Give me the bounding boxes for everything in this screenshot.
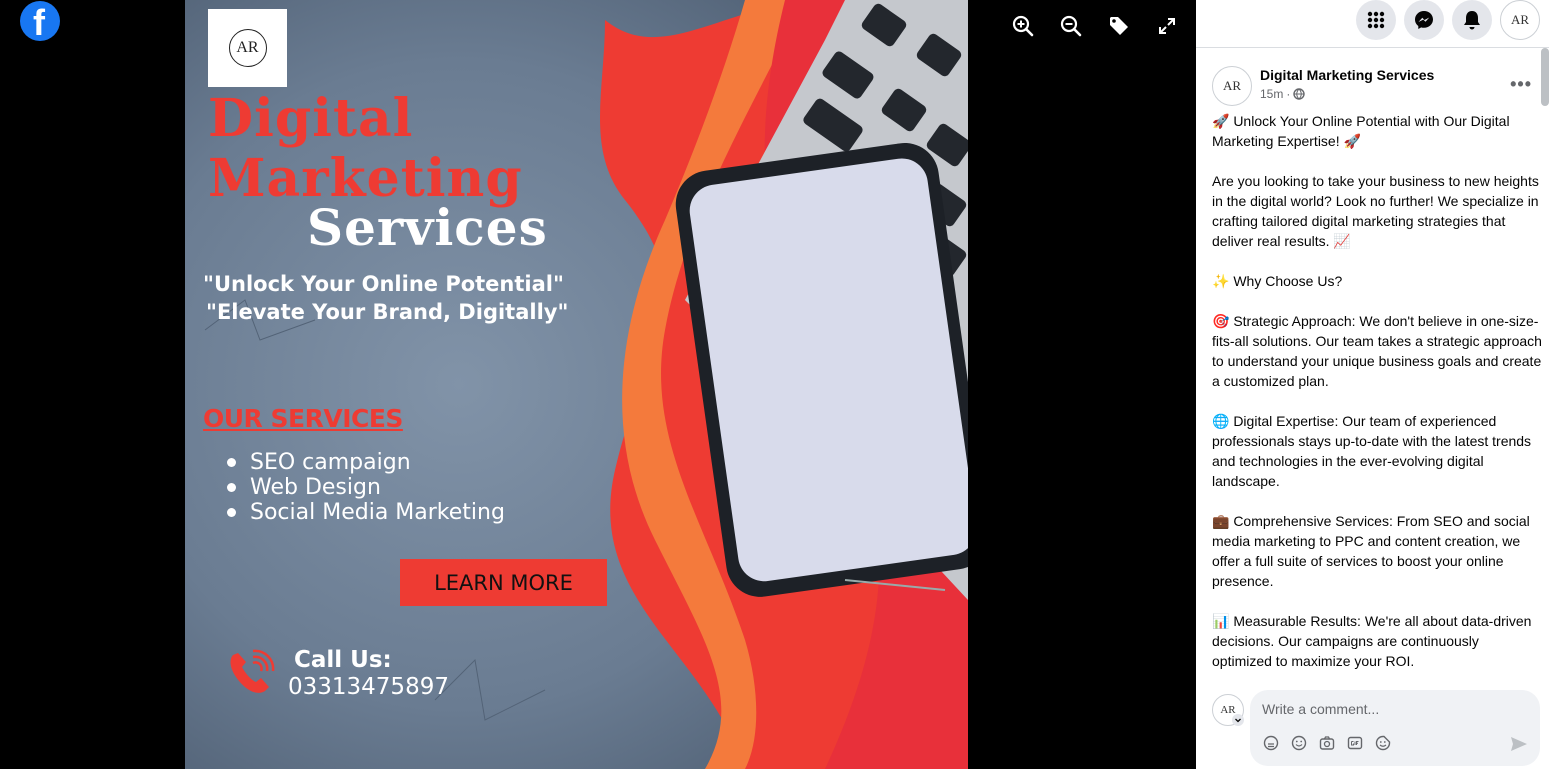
send-icon[interactable] [1510, 736, 1528, 752]
emoji-icon[interactable] [1290, 734, 1308, 752]
brand-logo: AR [208, 9, 287, 87]
comment-tools [1262, 734, 1392, 752]
poster-tagline-2: "Elevate Your Brand, Digitally" [206, 300, 569, 324]
post-meta: 15m · [1260, 87, 1306, 101]
sticker-icon[interactable] [1374, 734, 1392, 752]
call-us-label: Call Us: [294, 647, 392, 673]
service-item: Social Media Marketing [227, 500, 505, 525]
notifications-icon[interactable] [1452, 0, 1492, 40]
service-item: SEO campaign [227, 450, 505, 475]
zoom-out-icon[interactable] [1054, 12, 1088, 40]
page-name-link[interactable]: Digital Marketing Services [1260, 67, 1434, 83]
poster-tagline-1: "Unlock Your Online Potential" [203, 272, 564, 296]
post-image[interactable]: AR Digital Marketing Services "Unlock Yo… [185, 0, 968, 769]
post-header: AR Digital Marketing Services 15m · ••• [1212, 66, 1542, 106]
fullscreen-icon[interactable] [1150, 12, 1184, 40]
post-paragraph: 🌐 Digital Expertise: Our team of experie… [1212, 413, 1532, 489]
meta-separator: · [1286, 87, 1291, 101]
menu-grid-icon[interactable] [1356, 0, 1396, 40]
post-side-panel: AR AR Digital Marketing Services 15m · •… [1196, 0, 1549, 769]
services-heading: OUR SERVICES [203, 404, 403, 433]
avatar-sticker-icon[interactable] [1262, 734, 1280, 752]
brand-logo-mark: AR [228, 29, 267, 67]
services-list: SEO campaign Web Design Social Media Mar… [227, 450, 505, 525]
comment-input[interactable] [1262, 699, 1522, 719]
post-text: 🚀 Unlock Your Online Potential with Our … [1212, 111, 1542, 671]
tag-icon[interactable] [1102, 12, 1136, 40]
zoom-in-icon[interactable] [1006, 12, 1040, 40]
post-paragraph: 🚀 Unlock Your Online Potential with Our … [1212, 113, 1510, 149]
post-paragraph: 🎯 Strategic Approach: We don't believe i… [1212, 313, 1542, 389]
post-paragraph: 📊 Measurable Results: We're all about da… [1212, 613, 1532, 669]
page-avatar[interactable]: AR [1212, 66, 1252, 106]
post-paragraph: Are you looking to take your business to… [1212, 173, 1539, 249]
phone-number: 03313475897 [288, 674, 449, 700]
post-time[interactable]: 15m [1260, 87, 1283, 101]
viewer-toolbar [1006, 12, 1184, 40]
photo-viewer: f AR Digital Marketing Services "Unlock … [0, 0, 1196, 769]
profile-avatar[interactable]: AR [1500, 0, 1540, 40]
gif-icon[interactable] [1346, 734, 1364, 752]
service-item: Web Design [227, 475, 505, 500]
comment-composer: AR [1212, 690, 1542, 766]
post-paragraph: 💼 Comprehensive Services: From SEO and s… [1212, 513, 1530, 589]
top-navigation: AR [1196, 0, 1549, 48]
messenger-icon[interactable] [1404, 0, 1444, 40]
more-options-button[interactable]: ••• [1510, 74, 1532, 95]
panel-scrollbar[interactable] [1541, 48, 1549, 106]
poster-title-line3: Services [307, 198, 548, 257]
facebook-logo-icon[interactable]: f [20, 1, 60, 41]
comment-box [1250, 690, 1540, 766]
chevron-down-icon[interactable] [1232, 714, 1244, 726]
post-paragraph: ✨ Why Choose Us? [1212, 273, 1343, 289]
phone-icon [230, 649, 275, 693]
camera-icon[interactable] [1318, 734, 1336, 752]
poster-title-line1: Digital [208, 88, 414, 149]
globe-icon [1293, 88, 1306, 100]
learn-more-button: LEARN MORE [400, 559, 607, 606]
facebook-logo-glyph: f [33, 2, 45, 42]
